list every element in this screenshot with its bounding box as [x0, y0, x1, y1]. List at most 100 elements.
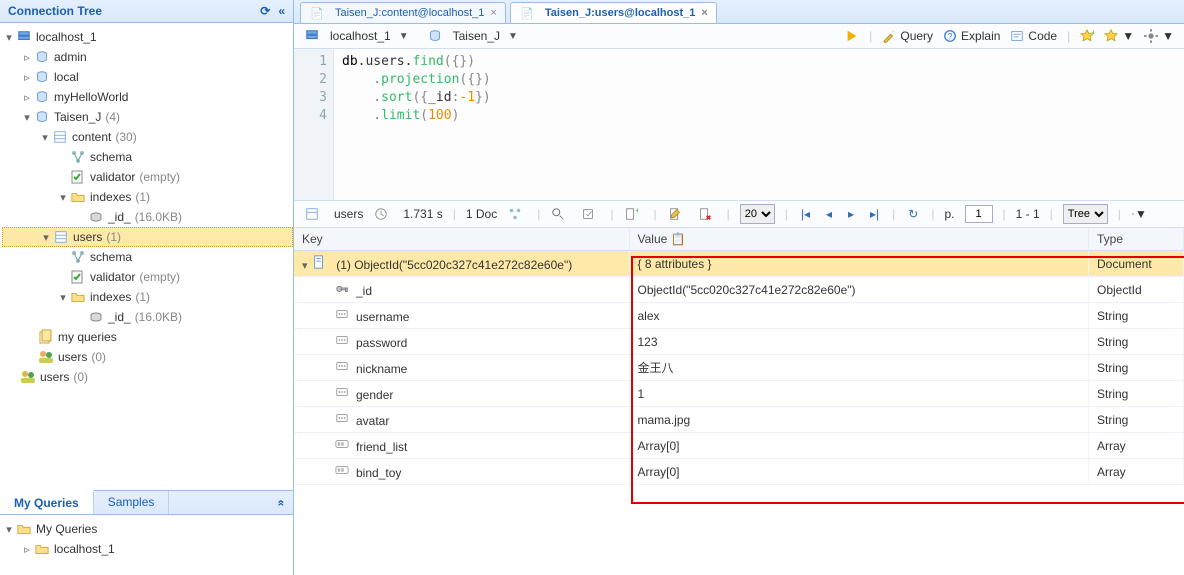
expand-toggle-icon[interactable]: ▾ [302, 260, 308, 272]
tree-validator-2[interactable]: validator (empty) [2, 267, 293, 287]
field-row[interactable]: gender 1String [294, 381, 1184, 407]
delete-doc-icon[interactable] [697, 206, 713, 222]
tree-myqueries[interactable]: my queries [2, 327, 293, 347]
editor-code[interactable]: db.users.find({}) .projection({}) .sort(… [334, 49, 1184, 200]
field-row[interactable]: username alexString [294, 303, 1184, 329]
refresh-icon[interactable]: ↻ [905, 207, 921, 221]
tree-size: (16.0KB) [135, 210, 182, 224]
expand-toggle-icon[interactable]: ▾ [2, 523, 16, 536]
chevron-down-icon[interactable]: ▼ [399, 31, 409, 42]
col-type[interactable]: Type [1089, 228, 1184, 251]
validator-icon [70, 169, 86, 185]
editor-gutter: 1 2 3 4 [294, 49, 334, 200]
path-host[interactable]: localhost_1 [330, 29, 391, 43]
gear-icon[interactable]: ▼ [1131, 206, 1147, 222]
col-value[interactable]: Value 📋 [629, 228, 1089, 251]
field-row[interactable]: password 123String [294, 329, 1184, 355]
last-page-icon[interactable]: ▸| [867, 207, 882, 221]
close-icon[interactable]: × [490, 7, 496, 19]
run-button[interactable] [845, 29, 859, 43]
tree-users-group-2[interactable]: users (0) [2, 367, 293, 387]
field-row[interactable]: bind_toy Array[0]Array [294, 459, 1184, 485]
next-page-icon[interactable]: ▸ [845, 207, 857, 221]
add-doc-icon[interactable]: + [623, 206, 639, 222]
tree-db-label: Taisen_J [54, 110, 101, 124]
chevron-down-icon[interactable]: ▼ [1162, 29, 1174, 43]
explain-button[interactable]: ?Explain [943, 29, 1000, 43]
tree-index-id[interactable]: _id_ (16.0KB) [2, 207, 293, 227]
close-icon[interactable]: × [701, 7, 707, 19]
expand-toggle-icon[interactable]: ▾ [2, 31, 16, 44]
mq-root[interactable]: ▾ My Queries [2, 519, 293, 539]
page-input[interactable] [965, 205, 993, 223]
export-icon[interactable] [580, 206, 596, 222]
field-row[interactable]: friend_list Array[0]Array [294, 433, 1184, 459]
tree-index-id-2[interactable]: _id_ (16.0KB) [2, 307, 293, 327]
tree-schema-label: schema [90, 150, 132, 164]
refresh-icon[interactable]: ⟳ [260, 4, 270, 18]
col-key[interactable]: Key [294, 228, 629, 251]
expand-toggle-icon[interactable]: ▾ [56, 291, 70, 304]
expand-toggle-icon[interactable]: ▹ [20, 543, 34, 556]
search-icon[interactable] [550, 206, 566, 222]
copy-icon[interactable]: 📋 [671, 232, 686, 246]
result-coll: users [334, 207, 363, 221]
expand-toggle-icon[interactable]: ▾ [38, 131, 52, 144]
tab-content[interactable]: 📄 Taisen_J:content@localhost_1 × [300, 2, 506, 23]
tree-schema-2[interactable]: schema [2, 247, 293, 267]
tab-my-queries[interactable]: My Queries [0, 490, 94, 514]
expand-toggle-icon[interactable]: ▾ [20, 111, 34, 124]
prev-page-icon[interactable]: ◂ [823, 207, 835, 221]
mq-root-label: My Queries [36, 522, 97, 536]
server-icon [304, 28, 320, 44]
code-button[interactable]: Code [1010, 29, 1057, 43]
tree-db-admin[interactable]: ▹ admin [2, 47, 293, 67]
expand-toggle-icon[interactable]: ▹ [20, 71, 34, 84]
schema-icon[interactable] [507, 206, 523, 222]
fav-icon[interactable]: ▼ [1104, 29, 1134, 43]
tree-empty: (empty) [139, 170, 180, 184]
mq-child[interactable]: ▹ localhost_1 [2, 539, 293, 559]
pagesize-select[interactable]: 20 [740, 204, 775, 224]
chevron-down-icon[interactable]: ▼ [1122, 29, 1134, 43]
first-page-icon[interactable]: |◂ [798, 207, 813, 221]
result-toolbar: users 1.731 s | 1 Doc | | + | | 20 | |◂ … [294, 201, 1184, 228]
tab-samples[interactable]: Samples [94, 491, 170, 514]
field-row[interactable]: nickname 金王八String [294, 355, 1184, 381]
tree-coll-content[interactable]: ▾ content (30) [2, 127, 293, 147]
collapse-down-icon[interactable]: « [275, 499, 289, 506]
tree-users-group[interactable]: users (0) [2, 347, 293, 367]
tree-count: (0) [73, 370, 88, 384]
expand-toggle-icon[interactable]: ▹ [20, 51, 34, 64]
view-select[interactable]: Tree [1063, 204, 1108, 224]
mq-child-label: localhost_1 [54, 542, 115, 556]
edit-doc-icon[interactable] [667, 206, 683, 222]
tree-coll-label: content [72, 130, 111, 144]
tree-db-local[interactable]: ▹ local [2, 67, 293, 87]
tree-indexes-2[interactable]: ▾ indexes (1) [2, 287, 293, 307]
expand-toggle-icon[interactable]: ▾ [56, 191, 70, 204]
tab-users[interactable]: 📄 Taisen_J:users@localhost_1 × [510, 2, 717, 23]
tree-coll-users[interactable]: ▾ users (1) [2, 227, 293, 247]
doc-row[interactable]: ▾ (1) ObjectId("5cc020c327c41e272c82e60e… [294, 251, 1184, 277]
field-row[interactable]: avatar mama.jpgString [294, 407, 1184, 433]
tab-label: Taisen_J:users@localhost_1 [545, 7, 696, 19]
expand-toggle-icon[interactable]: ▹ [20, 91, 34, 104]
tree-host[interactable]: ▾ localhost_1 [2, 27, 293, 47]
tree-schema[interactable]: schema [2, 147, 293, 167]
fav-add-icon[interactable]: + [1080, 29, 1094, 43]
gear-icon[interactable]: ▼ [1144, 29, 1174, 43]
field-row[interactable]: _id ObjectId("5cc020c327c41e272c82e60e")… [294, 277, 1184, 303]
tree-validator[interactable]: validator (empty) [2, 167, 293, 187]
collection-icon [304, 206, 320, 222]
expand-toggle-icon[interactable]: ▾ [39, 231, 53, 244]
tree-indexes[interactable]: ▾ indexes (1) [2, 187, 293, 207]
query-button[interactable]: Query [882, 29, 933, 43]
tree-db-myhello[interactable]: ▹ myHelloWorld [2, 87, 293, 107]
collapse-left-icon[interactable]: « [278, 4, 285, 18]
svg-text:+: + [1092, 29, 1095, 36]
code-editor[interactable]: 1 2 3 4 db.users.find({}) .projection({}… [294, 49, 1184, 201]
chevron-down-icon[interactable]: ▼ [508, 31, 518, 42]
tree-db-taisen[interactable]: ▾ Taisen_J (4) [2, 107, 293, 127]
path-db[interactable]: Taisen_J [453, 29, 500, 43]
